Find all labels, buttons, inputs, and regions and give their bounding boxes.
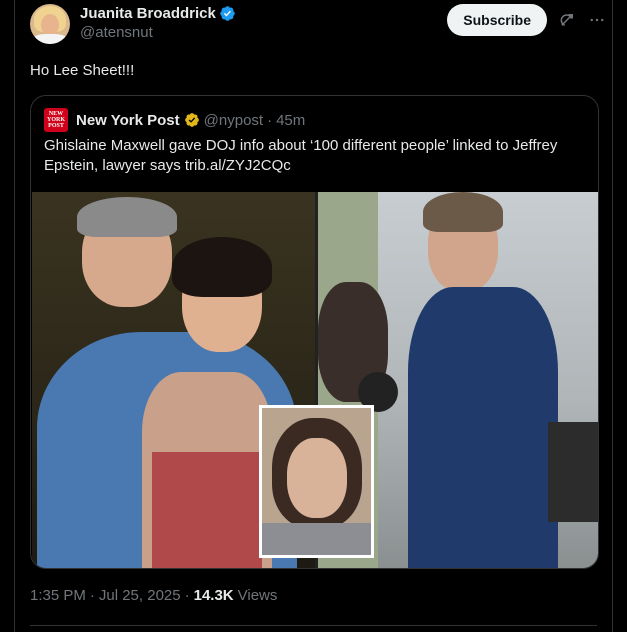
- author-display-name[interactable]: Juanita Broaddrick: [80, 5, 216, 22]
- grok-icon[interactable]: [557, 10, 577, 30]
- tweet-time[interactable]: 1:35 PM: [30, 587, 86, 604]
- quoted-text: Ghislaine Maxwell gave DOJ info about ‘1…: [44, 137, 558, 174]
- timeline-border-right: [612, 0, 613, 632]
- verified-badge-icon: [220, 6, 235, 21]
- author-handle[interactable]: @atensnut: [80, 24, 236, 41]
- quoted-tweet-header: NEW YORK POST New York Post @nypost · 45m: [44, 108, 305, 132]
- quoted-timestamp[interactable]: 45m: [276, 112, 305, 129]
- more-icon[interactable]: [587, 10, 607, 30]
- tweet-text: Ho Lee Sheet!!!: [30, 62, 135, 79]
- quoted-handle[interactable]: @nypost: [204, 112, 263, 129]
- quoted-display-name[interactable]: New York Post: [76, 112, 180, 129]
- quoted-separator: ·: [267, 111, 273, 129]
- tweet-header: Juanita Broaddrick @atensnut Subscribe: [30, 4, 607, 48]
- photo-inset-portrait: [259, 405, 374, 558]
- meta-separator: ·: [89, 587, 95, 604]
- tweet-meta: 1:35 PM · Jul 25, 2025 · 14.3K Views: [30, 587, 277, 604]
- subscribe-button[interactable]: Subscribe: [447, 4, 547, 36]
- timeline-border-left: [14, 0, 15, 632]
- gold-verified-badge-icon: [184, 113, 199, 127]
- quoted-media-image[interactable]: [32, 192, 598, 568]
- meta-separator: ·: [184, 587, 190, 604]
- quoted-tweet[interactable]: NEW YORK POST New York Post @nypost · 45m …: [30, 95, 599, 569]
- avatar[interactable]: [30, 4, 70, 44]
- tweet-date[interactable]: Jul 25, 2025: [99, 587, 181, 604]
- divider: [30, 625, 597, 626]
- views-label: Views: [237, 587, 278, 604]
- views-count[interactable]: 14.3K: [194, 587, 234, 604]
- nypost-logo-icon[interactable]: NEW YORK POST: [44, 108, 68, 132]
- author-info: Juanita Broaddrick @atensnut: [80, 5, 236, 41]
